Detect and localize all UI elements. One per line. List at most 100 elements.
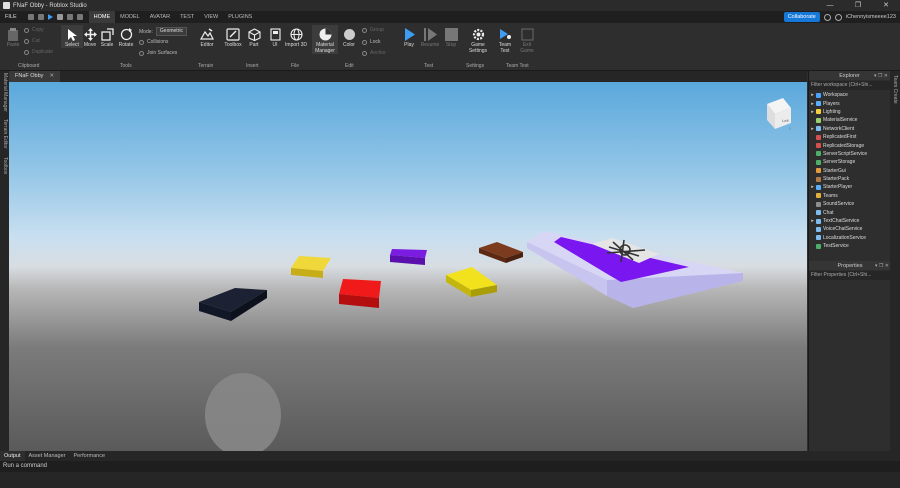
toolbox-side-tab[interactable]: Toolbox [1, 157, 8, 174]
resume-button[interactable]: Resume [419, 25, 441, 48]
play-icon[interactable] [47, 14, 53, 20]
expand-arrow-icon[interactable]: ▸ [809, 101, 816, 107]
explorer-pane-controls-icon[interactable]: ▾ ❐ ✕ [874, 73, 888, 79]
collaborate-button[interactable]: Collaborate [783, 12, 820, 22]
duplicate-button[interactable]: Duplicate [24, 49, 53, 55]
expand-arrow-icon[interactable]: ▸ [809, 92, 816, 98]
explorer-item[interactable]: ▸ StarterPlayer [809, 183, 890, 191]
explorer-item[interactable]: ▸ NetworkClient [809, 125, 890, 133]
tab-output[interactable]: Output [0, 451, 25, 461]
ui-button[interactable]: UI [264, 25, 286, 48]
anchor-button[interactable]: Anchor [362, 50, 386, 56]
tab-home[interactable]: HOME [88, 11, 116, 23]
cursor-icon [68, 28, 77, 41]
explorer-item[interactable]: ServerStorage [809, 158, 890, 166]
rotate-tool-button[interactable]: Rotate [115, 25, 137, 48]
properties-pane-controls-icon[interactable]: ▾ ❐ ✕ [875, 263, 889, 269]
view-cube-rotate-arrow-icon[interactable]: › [789, 126, 791, 132]
open-icon[interactable] [37, 14, 44, 20]
explorer-item[interactable]: ReplicatedFirst [809, 133, 890, 141]
material-manager-side-tab[interactable]: Material Manager [1, 73, 8, 112]
command-bar[interactable]: Run a command [0, 461, 900, 472]
expand-arrow-icon[interactable]: ▸ [809, 126, 816, 132]
service-icon [816, 235, 821, 241]
command-bar-placeholder: Run a command [3, 463, 48, 469]
explorer-item[interactable]: StarterPack [809, 175, 890, 183]
minimize-button[interactable]: — [816, 0, 844, 11]
part-button[interactable]: Part [243, 25, 265, 48]
status-bar [0, 472, 900, 488]
join-surfaces-toggle[interactable]: Join Surfaces [139, 50, 177, 56]
username[interactable]: iChennyismeeee123 [846, 14, 896, 20]
share-icon[interactable] [834, 13, 842, 21]
color-button[interactable]: Color [338, 25, 360, 48]
toolbox-button[interactable]: Toolbox [221, 25, 245, 48]
tab-model[interactable]: MODEL [115, 11, 145, 23]
save-icon[interactable] [27, 14, 34, 20]
explorer-item[interactable]: ▸ Lighting [809, 108, 890, 116]
tab-performance[interactable]: Performance [70, 451, 110, 461]
paste-button[interactable]: Paste [2, 25, 24, 48]
lock-button[interactable]: Lock [362, 39, 381, 45]
team-test-button[interactable]: Team Test [494, 25, 516, 54]
explorer-item[interactable]: ▸ Workspace [809, 91, 890, 99]
explorer-item[interactable]: SoundService [809, 200, 890, 208]
tab-plugins[interactable]: PLUGINS [223, 11, 257, 23]
explorer-item-label: StarterPlayer [823, 184, 853, 191]
explorer-item-label: Players [823, 100, 840, 107]
explorer-item[interactable]: ▸ Players [809, 99, 890, 107]
explorer-item[interactable]: StarterGui [809, 167, 890, 175]
collisions-toggle[interactable]: Collisions [139, 39, 168, 45]
document-tab[interactable]: FNaF Obby ✕ [9, 71, 61, 82]
terrain-editor-button[interactable]: Editor [195, 25, 219, 48]
file-menu[interactable]: FILE [0, 11, 22, 23]
expand-arrow-icon[interactable]: ▸ [809, 218, 816, 224]
3d-viewport[interactable]: Left › [9, 82, 807, 451]
tab-view[interactable]: VIEW [199, 11, 223, 23]
explorer-item-label: TextChatService [823, 218, 860, 225]
expand-arrow-icon[interactable]: ▸ [809, 109, 816, 115]
explorer-item[interactable]: ▸ TextChatService [809, 217, 890, 225]
explorer-filter-input[interactable]: Filter workspace (Ctrl+Shi... [809, 81, 890, 90]
team-create-side-tab[interactable]: Team Create [891, 75, 898, 104]
exit-game-button[interactable]: Exit Game [516, 25, 538, 54]
explorer-item[interactable]: ReplicatedStorage [809, 141, 890, 149]
terrain-editor-side-tab[interactable]: Terrain Editor [1, 119, 8, 149]
redo-icon[interactable] [76, 14, 83, 20]
close-tab-icon[interactable]: ✕ [49, 71, 54, 82]
tab-asset-manager[interactable]: Asset Manager [25, 451, 70, 461]
explorer-item[interactable]: VoiceChatService [809, 225, 890, 233]
group-label-test: Test [424, 63, 434, 69]
collisions-checkbox[interactable] [139, 39, 144, 45]
undo-icon[interactable] [66, 14, 73, 20]
group-objects-button[interactable]: Group [362, 27, 384, 33]
explorer-item[interactable]: ServerScriptService [809, 150, 890, 158]
explorer-item-label: ServerScriptService [823, 150, 868, 157]
game-settings-button[interactable]: Game Settings [465, 25, 491, 54]
stop-button[interactable]: Stop [440, 25, 462, 48]
stop-square-icon [444, 27, 458, 41]
help-icon[interactable] [823, 13, 831, 21]
move-icon [83, 27, 97, 41]
maximize-button[interactable]: ❐ [844, 0, 872, 11]
properties-filter-input[interactable]: Filter Properties (Ctrl+Shi... [809, 271, 891, 280]
stop-icon[interactable] [56, 14, 63, 20]
copy-button[interactable]: Copy [24, 27, 44, 33]
import-3d-button[interactable]: Import 3D [285, 25, 307, 48]
play-button[interactable]: Play [398, 25, 420, 48]
tab-test[interactable]: TEST [175, 11, 199, 23]
tab-avatar[interactable]: AVATAR [145, 11, 175, 23]
menu-bar: FILE HOME MODEL AVATAR TEST VIEW PLUGINS [0, 11, 900, 23]
explorer-item[interactable]: Teams [809, 192, 890, 200]
material-manager-button[interactable]: Material Manager [312, 25, 338, 54]
expand-arrow-icon[interactable]: ▸ [809, 184, 816, 190]
join-surfaces-checkbox[interactable] [139, 50, 144, 56]
explorer-item[interactable]: Chat [809, 208, 890, 216]
mode-select[interactable]: Geometric [155, 27, 187, 36]
view-cube[interactable]: Left › [767, 98, 791, 132]
cut-button[interactable]: Cut [24, 38, 40, 44]
explorer-item[interactable]: LocalizationService [809, 234, 890, 242]
explorer-item[interactable]: MaterialService [809, 116, 890, 124]
explorer-item[interactable]: TestService [809, 242, 890, 250]
close-window-button[interactable]: ✕ [872, 0, 900, 11]
